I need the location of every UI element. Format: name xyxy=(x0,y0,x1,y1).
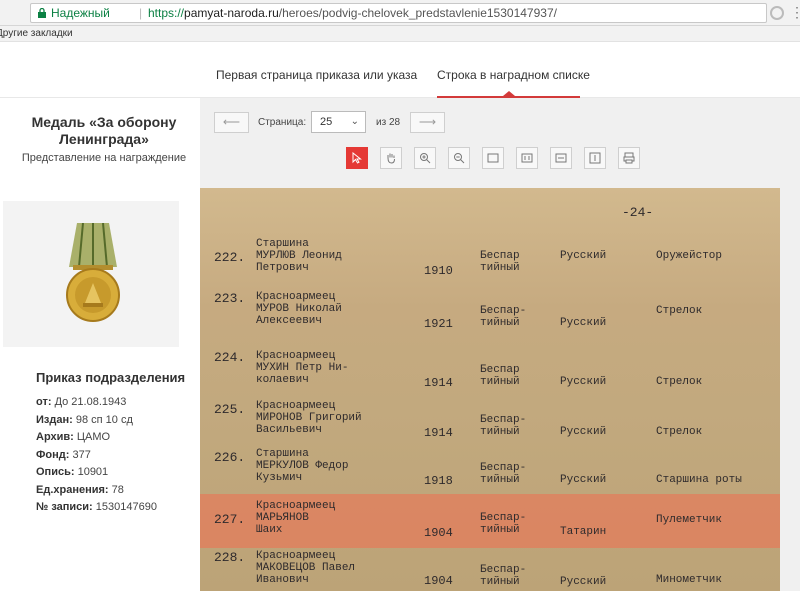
sidebar: Медаль «За оборону Ленинграда» Представл… xyxy=(0,98,200,591)
url-scheme: https:// xyxy=(148,6,185,20)
address-bar[interactable]: Надежный | https://pamyat-naroda.ru/hero… xyxy=(30,3,767,23)
meta-storage-unit: Ед.хранения: 78 xyxy=(36,483,124,496)
lock-icon xyxy=(38,8,46,18)
extension-icon[interactable] xyxy=(770,6,784,20)
meta-date: от: До 21.08.1943 xyxy=(36,396,127,408)
document-viewer: ⟵ Страница: 25 ⌄ из 28 ⟶ -24- 222. Старш… xyxy=(200,98,800,591)
actual-size-button[interactable] xyxy=(516,147,538,169)
url-host: pamyat-naroda.ru xyxy=(184,6,279,20)
medal-image-frame xyxy=(3,201,179,347)
pointer-tool-button[interactable] xyxy=(346,147,368,169)
fit-height-icon xyxy=(589,152,601,164)
print-button[interactable] xyxy=(618,147,640,169)
prev-page-button[interactable]: ⟵ xyxy=(214,112,249,133)
meta-fond: Фонд: 377 xyxy=(36,448,91,461)
fit-width-icon xyxy=(555,153,567,163)
order-title: Приказ подразделения xyxy=(36,370,186,385)
document-margin xyxy=(780,188,800,591)
view-tabs: Первая страница приказа или указа Строка… xyxy=(0,42,800,98)
meta-record-number: № записи: 1530147690 xyxy=(36,501,157,513)
next-page-button[interactable]: ⟶ xyxy=(410,112,445,133)
bookmarks-bar: Другие закладки xyxy=(0,26,800,42)
active-tab-caret xyxy=(503,91,515,96)
zoom-out-button[interactable] xyxy=(448,147,470,169)
pointer-icon xyxy=(352,152,362,164)
actual-size-icon xyxy=(521,153,533,163)
print-icon xyxy=(623,152,635,164)
chevron-down-icon: ⌄ xyxy=(350,116,359,127)
document-page-number: -24- xyxy=(622,205,654,220)
current-page: 25 xyxy=(320,116,333,128)
page-label: Страница: xyxy=(258,117,307,128)
fit-page-icon xyxy=(487,153,499,163)
browser-toolbar: Надежный | https://pamyat-naroda.ru/hero… xyxy=(0,0,800,26)
fit-width-button[interactable] xyxy=(550,147,572,169)
meta-opis: Опись: 10901 xyxy=(36,466,109,478)
medal-image xyxy=(66,223,120,322)
secure-label: Надежный xyxy=(51,6,110,20)
scanned-document[interactable]: -24- 222. Старшина МУРЛЮВ Леонид Петрович … xyxy=(200,188,800,591)
medal-title: Медаль «За оборону Ленинграда» xyxy=(31,114,177,147)
url-path: /heroes/podvig-chelovek_predstavlenie153… xyxy=(278,6,557,20)
other-bookmarks[interactable]: Другие закладки xyxy=(0,28,73,39)
hand-tool-button[interactable] xyxy=(380,147,402,169)
tab-award-row[interactable]: Строка в наградном списке xyxy=(437,68,590,82)
meta-archive: Архив: ЦАМО xyxy=(36,431,111,443)
hand-icon xyxy=(387,153,395,164)
browser-menu-icon[interactable]: ⋮ xyxy=(790,5,800,19)
tab-first-page[interactable]: Первая страница приказа или указа xyxy=(216,68,417,82)
zoom-out-icon xyxy=(454,153,465,164)
url-separator: | xyxy=(139,6,143,20)
order-info: Приказ подразделения от: До 21.08.1943 И… xyxy=(36,370,200,517)
page-total: из 28 xyxy=(376,117,401,128)
fit-page-button[interactable] xyxy=(482,147,504,169)
fit-height-button[interactable] xyxy=(584,147,606,169)
zoom-in-icon xyxy=(420,153,431,164)
zoom-in-button[interactable] xyxy=(414,147,436,169)
page-select[interactable]: 25 ⌄ xyxy=(311,111,366,133)
url-text: https://pamyat-naroda.ru/heroes/podvig-c… xyxy=(148,4,557,22)
meta-issued: Издан: 98 сп 10 сд xyxy=(36,413,133,426)
medal-subtitle: Представление на награждение xyxy=(21,152,187,164)
